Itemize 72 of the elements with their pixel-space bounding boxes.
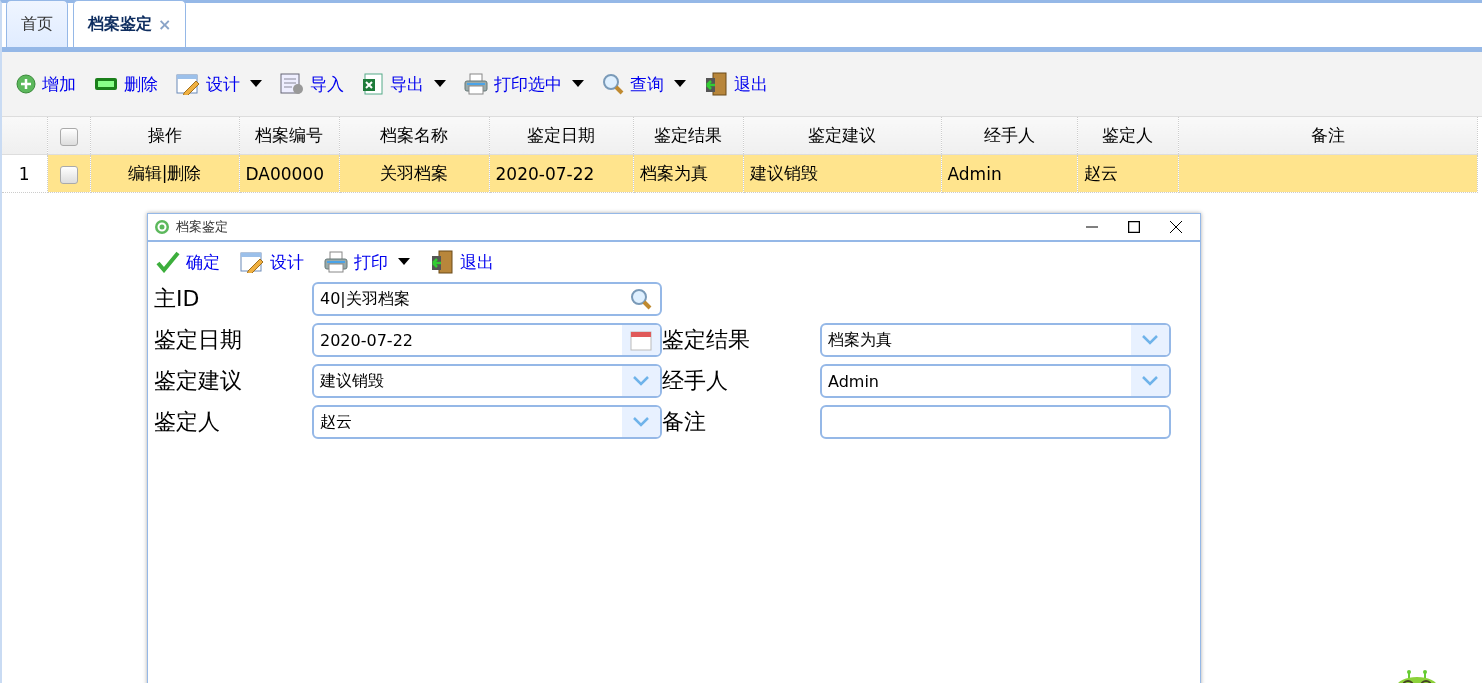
dropdown-field[interactable]: 建议销毁 [312, 364, 662, 398]
column-header[interactable]: 档案编号 [239, 117, 339, 155]
input-field[interactable] [820, 405, 1171, 439]
toolbar-button[interactable]: 打印选中 [464, 72, 584, 96]
field-label: 主ID [154, 285, 201, 313]
field-label: 备注 [662, 408, 707, 436]
column-header[interactable]: 鉴定建议 [743, 117, 941, 155]
row-number: 1 [2, 154, 47, 193]
door-exit-icon [704, 72, 728, 96]
printer-icon [324, 251, 348, 273]
dropdown-field[interactable]: Admin [820, 364, 1171, 398]
field-label: 鉴定结果 [662, 326, 751, 354]
toolbar-button[interactable]: 设计 [240, 250, 304, 274]
chevron-down-icon [1142, 335, 1158, 345]
document-gear-icon [280, 73, 304, 95]
dropdown-field[interactable]: 赵云 [312, 405, 662, 439]
toolbar-button[interactable]: 导出 [362, 72, 446, 96]
field-label: 鉴定日期 [154, 326, 243, 354]
search-icon [602, 73, 624, 95]
tab[interactable]: 首页 [6, 0, 68, 47]
app-logo-icon [154, 219, 170, 235]
field-label: 鉴定建议 [154, 367, 243, 395]
pencil-form-icon [240, 251, 264, 273]
checkbox[interactable] [59, 165, 78, 184]
chevron-down-icon [1142, 376, 1158, 386]
date-field[interactable]: 2020-07-22 [312, 323, 662, 357]
toolbar-button[interactable]: 退出 [704, 72, 768, 96]
table-cell: 关羽档案 [339, 154, 489, 193]
table-cell: DA00000 [239, 154, 339, 193]
search-icon [630, 288, 652, 310]
toolbar-button[interactable]: 退出 [430, 250, 494, 274]
chevron-down-icon [633, 417, 649, 427]
toolbar-button[interactable]: 查询 [602, 72, 686, 96]
table-cell: 档案为真 [633, 154, 743, 193]
maximize-icon[interactable] [1128, 221, 1140, 233]
table-cell[interactable]: 编辑|删除 [90, 154, 239, 193]
printer-icon [464, 73, 488, 95]
toolbar-button[interactable]: 导入 [280, 72, 344, 96]
chevron-down-icon [633, 376, 649, 386]
dialog-title: 档案鉴定 [176, 218, 229, 236]
field-label: 鉴定人 [154, 408, 221, 436]
checkbox[interactable] [59, 127, 78, 146]
dropdown-field[interactable]: 档案为真 [820, 323, 1171, 357]
toolbar-button[interactable]: 确定 [156, 250, 220, 274]
calendar-icon [630, 329, 652, 351]
tab[interactable]: 档案鉴定 × [73, 0, 187, 47]
close-icon[interactable] [1170, 221, 1182, 233]
toolbar-button[interactable]: 删除 [94, 72, 158, 96]
minus-bar-icon [94, 76, 118, 92]
column-header[interactable]: 鉴定人 [1077, 117, 1178, 155]
toolbar-button[interactable]: 增加 [16, 72, 76, 96]
column-header[interactable]: 备注 [1178, 117, 1477, 155]
field-label: 经手人 [662, 367, 729, 395]
table-cell: 建议销毁 [743, 154, 941, 193]
checkmark-icon [156, 251, 180, 273]
table-cell: Admin [941, 154, 1077, 193]
spreadsheet-icon [362, 73, 384, 95]
door-exit-icon [430, 250, 454, 274]
pencil-form-icon [176, 73, 200, 95]
table-cell: 赵云 [1077, 154, 1178, 193]
toolbar-button[interactable]: 打印 [324, 250, 410, 274]
plus-circle-icon [16, 74, 36, 94]
column-header[interactable]: 鉴定结果 [633, 117, 743, 155]
input-field[interactable]: 40|关羽档案 [312, 282, 662, 316]
toolbar-button[interactable]: 设计 [176, 72, 262, 96]
column-header[interactable]: 鉴定日期 [489, 117, 633, 155]
column-header[interactable]: 档案名称 [339, 117, 489, 155]
column-header[interactable]: 经手人 [941, 117, 1077, 155]
tab-label: 档案鉴定 [88, 13, 152, 35]
column-header[interactable]: 操作 [90, 117, 239, 155]
tab-label: 首页 [21, 13, 53, 35]
table-cell: 2020-07-22 [489, 154, 633, 193]
